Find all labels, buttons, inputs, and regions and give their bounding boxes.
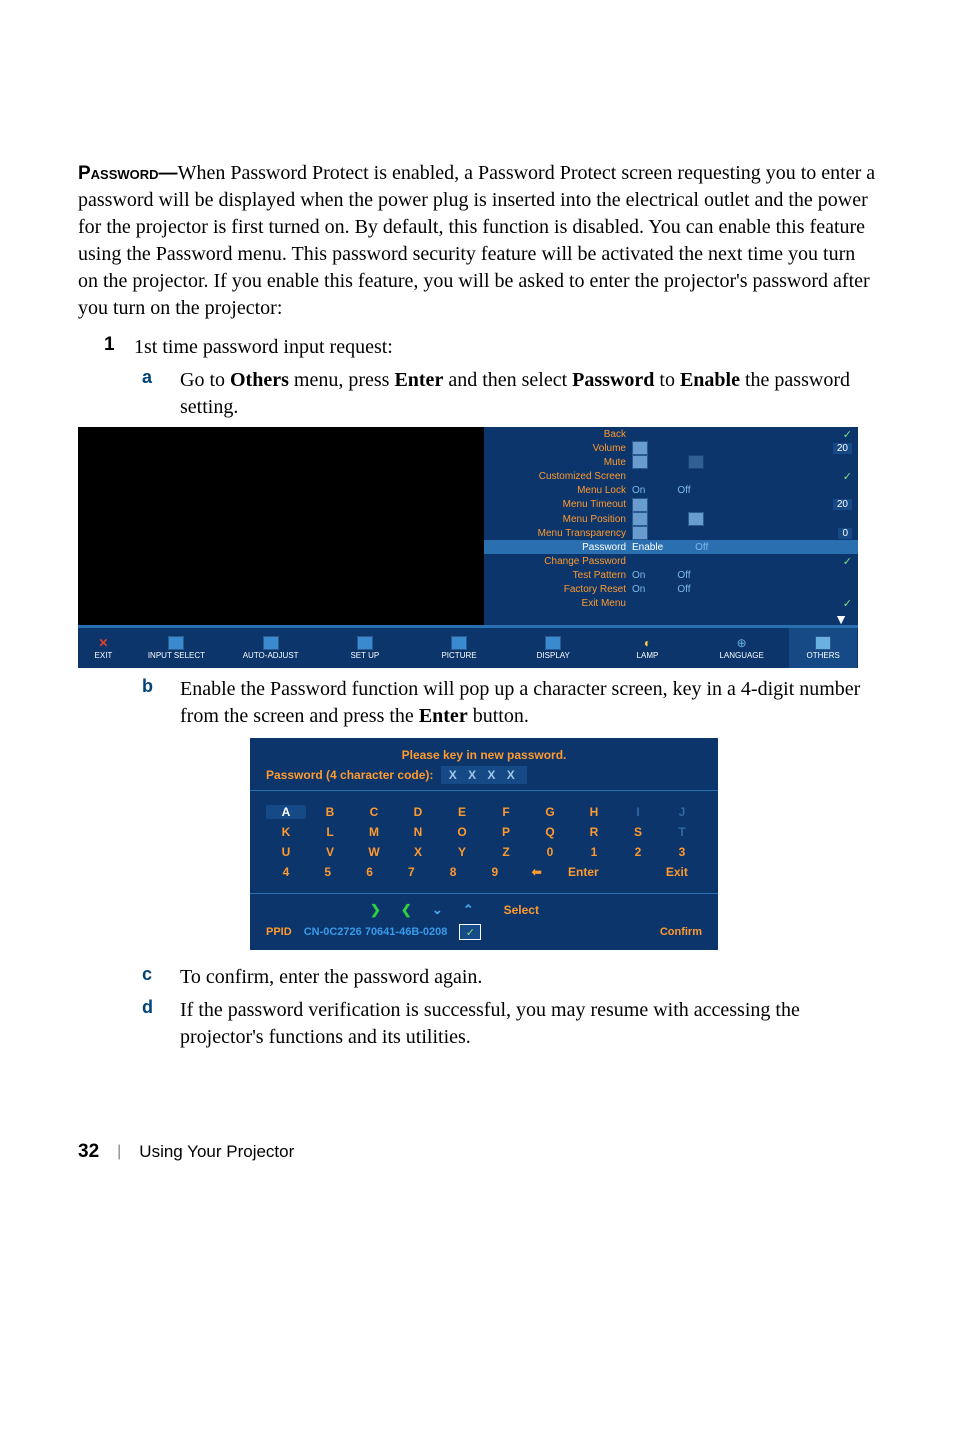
backspace-icon: ⬅	[517, 865, 557, 879]
password-mask: X X X X	[441, 766, 527, 784]
scroll-down-icon: ▼	[834, 611, 858, 625]
osd-password-entry: Please key in new password. Password (4 …	[250, 738, 718, 950]
arrow-left-icon: ❮	[401, 902, 412, 918]
osd-others-menu: Back✓ Volume20 Mute Customized Screen✓ M…	[78, 427, 858, 668]
footer-picture: PICTURE	[412, 628, 506, 668]
substep-a-text: Go to Others menu, press Enter and then …	[180, 367, 876, 421]
footer-language: ⊕LANGUAGE	[695, 628, 789, 668]
key-a: A	[266, 805, 306, 819]
timeout-icon	[632, 498, 648, 512]
position-icon-2	[688, 512, 704, 526]
intro-paragraph: Password—When Password Protect is enable…	[78, 160, 876, 322]
substep-a: a Go to Others menu, press Enter and the…	[142, 367, 876, 421]
ppid-value: CN-0C2726 70641-46B-0208	[304, 926, 448, 938]
picture-icon	[451, 636, 467, 650]
osd-footer-tabs: ✕EXIT INPUT SELECT AUTO-ADJUST SET UP PI…	[78, 628, 858, 668]
confirm-check-icon: ✓	[459, 924, 481, 940]
substep-letter: d	[142, 997, 180, 1051]
substep-letter: c	[142, 964, 180, 991]
ppid-row: PPID CN-0C2726 70641-46B-0208 ✓ Confirm	[250, 920, 718, 942]
footer-display: DISPLAY	[507, 628, 601, 668]
footer-section: Using Your Projector	[139, 1142, 294, 1162]
footer-separator: |	[117, 1143, 121, 1161]
footer-lamp: ◐LAMP	[601, 628, 695, 668]
check-icon: ✓	[843, 597, 852, 610]
key-exit: Exit	[652, 865, 702, 879]
volume-icon	[632, 441, 648, 455]
arrow-right-icon: ❯	[370, 902, 381, 918]
input-select-icon	[168, 636, 184, 650]
footer-others-selected: OTHERS	[789, 628, 858, 668]
footer-set-up: SET UP	[318, 628, 412, 668]
arrow-down-icon: ⌄	[432, 902, 443, 918]
arrow-up-icon: ⌃	[463, 902, 474, 918]
substep-b-text: Enable the Password function will pop up…	[180, 676, 876, 730]
set米-icon	[357, 636, 373, 650]
menu-item-password-selected: PasswordEnableOff	[484, 540, 858, 554]
footer-input-select: INPUT SELECT	[130, 628, 224, 668]
display-icon	[545, 636, 561, 650]
footer-exit: ✕EXIT	[78, 628, 130, 668]
mute-off-icon	[688, 455, 704, 469]
password-heading: Password—	[78, 163, 178, 184]
check-icon: ✓	[843, 470, 852, 483]
footer-auto-adjust: AUTO-ADJUST	[224, 628, 318, 668]
select-label: Select	[504, 903, 539, 917]
auto-adjust-icon	[263, 636, 279, 650]
others-icon	[815, 636, 831, 650]
substep-d-text: If the password verification is successf…	[180, 997, 876, 1051]
confirm-label: Confirm	[660, 926, 702, 938]
substep-c: c To confirm, enter the password again.	[142, 964, 876, 991]
password-code-label: Password (4 character code): X X X X	[250, 764, 718, 790]
step-text: 1st time password input request:	[134, 334, 393, 361]
intro-text: When Password Protect is enabled, a Pass…	[78, 162, 875, 319]
substep-letter: b	[142, 676, 180, 730]
check-icon: ✓	[843, 428, 852, 441]
check-icon: ✓	[843, 555, 852, 568]
close-icon: ✕	[95, 636, 111, 650]
key-enter: Enter	[558, 865, 608, 879]
page-number: 32	[78, 1141, 99, 1163]
nav-arrows-row: ❯ ❮ ⌄ ⌃ Select	[250, 894, 718, 920]
lamp-icon: ◐	[639, 636, 655, 650]
page-footer: 32 | Using Your Projector	[78, 1141, 876, 1163]
substep-letter: a	[142, 367, 180, 421]
ppid-label: PPID	[266, 926, 292, 938]
step-number: 1	[104, 334, 134, 361]
transparency-icon	[632, 526, 648, 540]
password-prompt-title: Please key in new password.	[250, 746, 718, 764]
substep-b: b Enable the Password function will pop …	[142, 676, 876, 730]
osd-menu-panel: Back✓ Volume20 Mute Customized Screen✓ M…	[484, 427, 858, 625]
substep-c-text: To confirm, enter the password again.	[180, 964, 482, 991]
substep-d: d If the password verification is succes…	[142, 997, 876, 1051]
language-icon: ⊕	[734, 636, 750, 650]
mute-on-icon	[632, 455, 648, 469]
position-icon	[632, 512, 648, 526]
step-1: 1 1st time password input request:	[104, 334, 876, 361]
character-grid: A B C D E F G H I J K L M N O P Q R S	[250, 790, 718, 894]
